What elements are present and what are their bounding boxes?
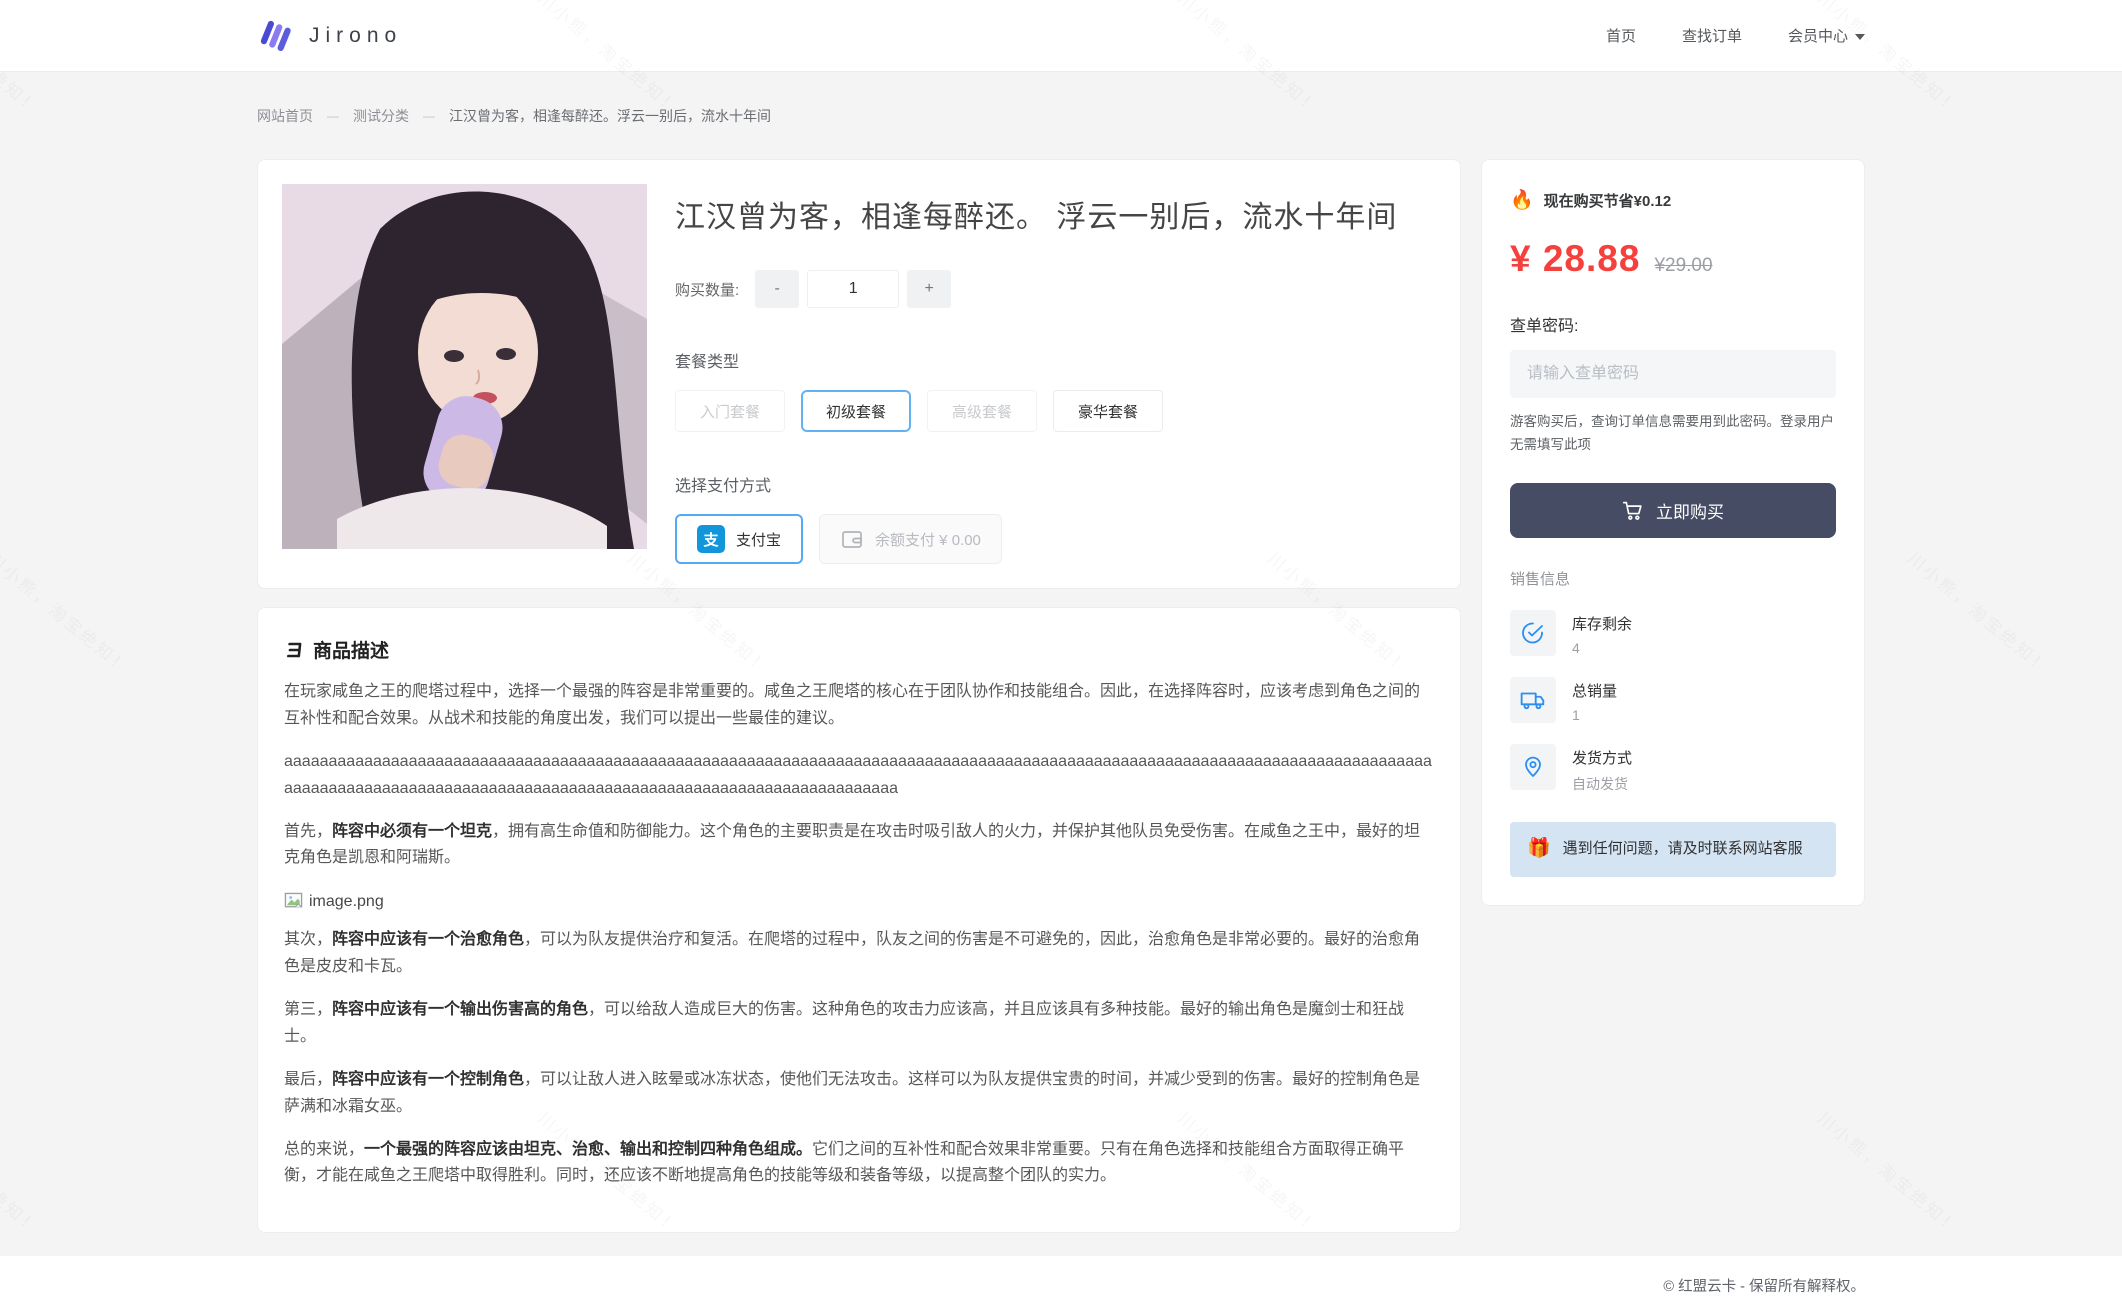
breadcrumb-item: 江汉曾为客，相逢每醉还。浮云一别后，流水十年间	[449, 106, 771, 126]
payment-option-balance-label: 余额支付 ¥ 0.00	[875, 529, 981, 550]
quantity-label: 购买数量:	[675, 279, 739, 300]
nav-member-center[interactable]: 会员中心	[1788, 25, 1865, 46]
package-option-basic[interactable]: 初级套餐	[801, 390, 911, 432]
watermark-text: 川小熊，淘宝绝知！	[0, 1105, 47, 1240]
contact-notice-text: 遇到任何问题，请及时联系网站客服	[1563, 837, 1803, 862]
main-nav: 首页 查找订单 会员中心	[1606, 25, 1865, 46]
breadcrumb-separator: —	[423, 109, 435, 123]
broken-image-icon	[284, 892, 303, 911]
breadcrumb: 网站首页 — 测试分类 — 江汉曾为客，相逢每醉还。浮云一别后，流水十年间	[257, 106, 1865, 126]
quantity-stepper: - 1 +	[755, 270, 951, 308]
description-paragraph: 总的来说，一个最强的阵容应该由坦克、治愈、输出和控制四种角色组成。它们之间的互补…	[284, 1137, 1434, 1191]
order-password-label: 查单密码:	[1510, 312, 1836, 336]
payment-method-label: 选择支付方式	[675, 472, 1436, 496]
payment-option-alipay-label: 支付宝	[736, 529, 781, 550]
brand-logo-icon	[257, 17, 295, 55]
package-options: 入门套餐初级套餐高级套餐豪华套餐	[675, 390, 1436, 432]
wallet-icon	[840, 527, 864, 551]
sale-sold-label: 总销量	[1572, 677, 1617, 701]
sale-stock: 库存剩余 4	[1510, 610, 1836, 656]
sale-sold-value: 1	[1572, 707, 1617, 723]
cart-icon	[1622, 500, 1643, 521]
nav-find-order-label: 查找订单	[1682, 25, 1742, 46]
sales-info-title: 销售信息	[1510, 568, 1836, 589]
product-title: 江汉曾为客，相逢每醉还。 浮云一别后，流水十年间	[675, 192, 1436, 236]
current-price: ¥ 28.88	[1510, 238, 1640, 280]
chevron-down-icon	[1855, 34, 1865, 40]
payment-options: 支支付宝 余额支付 ¥ 0.00	[675, 514, 1436, 564]
location-pin-icon	[1510, 744, 1556, 790]
breadcrumb-separator: —	[327, 109, 339, 123]
buy-now-button[interactable]: 立即购买	[1510, 483, 1836, 538]
quantity-minus-button[interactable]: -	[755, 270, 799, 308]
package-option-deluxe[interactable]: 豪华套餐	[1053, 390, 1163, 432]
description-paragraph: aaaaaaaaaaaaaaaaaaaaaaaaaaaaaaaaaaaaaaaa…	[284, 749, 1434, 803]
nav-home-label: 首页	[1606, 25, 1636, 46]
breadcrumb-item[interactable]: 测试分类	[353, 106, 409, 126]
fire-icon: 🔥	[1510, 188, 1534, 212]
sale-delivery-value: 自动发货	[1572, 774, 1632, 794]
nav-find-order[interactable]: 查找订单	[1682, 25, 1742, 46]
savings-text: 现在购买节省¥0.12	[1544, 190, 1672, 211]
product-card: 江汉曾为客，相逢每醉还。 浮云一别后，流水十年间 购买数量: - 1 + 套餐类…	[257, 159, 1461, 589]
product-image	[282, 184, 647, 549]
buy-now-label: 立即购买	[1656, 498, 1724, 523]
page: Jirono 首页 查找订单 会员中心 网站首页 — 测试分类 — 江汉曾为客，相逢每醉还。…	[0, 0, 2122, 1314]
header: Jirono 首页 查找订单 会员中心	[0, 0, 2122, 72]
purchase-sidebar: 🔥 现在购买节省¥0.12 ¥ 28.88 ¥29.00 查单密码: 游客购买后…	[1481, 159, 1865, 906]
order-password-input[interactable]	[1510, 350, 1836, 398]
description-card: 商品描述 在玩家咸鱼之王的爬塔过程中，选择一个最强的阵容是非常重要的。咸鱼之王爬…	[257, 607, 1461, 1233]
description-icon	[284, 640, 304, 660]
original-price: ¥29.00	[1654, 255, 1712, 277]
broken-image: image.png	[284, 892, 1434, 911]
description-paragraph: 首先，阵容中必须有一个坦克，拥有高生命值和防御能力。这个角色的主要职责是在攻击时…	[284, 819, 1434, 873]
sale-delivery: 发货方式自动发货	[1510, 744, 1836, 794]
quantity-value[interactable]: 1	[807, 270, 899, 308]
package-option-advanced[interactable]: 高级套餐	[927, 390, 1037, 432]
gift-icon: 🎁	[1527, 837, 1551, 862]
payment-option-balance[interactable]: 余额支付 ¥ 0.00	[819, 514, 1002, 564]
watermark-text: 川小熊，淘宝绝知！	[1903, 545, 2057, 680]
truck-icon	[1510, 677, 1556, 723]
broken-image-filename: image.png	[309, 893, 384, 911]
main-content: 江汉曾为客，相逢每醉还。 浮云一别后，流水十年间 购买数量: - 1 + 套餐类…	[257, 159, 1865, 1233]
quantity-plus-button[interactable]: +	[907, 270, 951, 308]
contact-notice: 🎁 遇到任何问题，请及时联系网站客服	[1510, 822, 1836, 877]
sales-info-list: 库存剩余 4 总销量 1 发货方式自动发货	[1510, 610, 1836, 794]
footer: © 红盟云卡 - 保留所有解释权。	[0, 1256, 2122, 1314]
sale-stock-label: 库存剩余	[1572, 610, 1632, 634]
brand-name: Jirono	[309, 24, 402, 48]
sale-stock-value: 4	[1572, 640, 1632, 656]
payment-option-alipay[interactable]: 支支付宝	[675, 514, 803, 564]
sale-sold: 总销量 1	[1510, 677, 1836, 723]
package-option-entry[interactable]: 入门套餐	[675, 390, 785, 432]
description-paragraph: 在玩家咸鱼之王的爬塔过程中，选择一个最强的阵容是非常重要的。咸鱼之王爬塔的核心在…	[284, 679, 1434, 733]
check-circle-icon	[1510, 610, 1556, 656]
alipay-icon: 支	[697, 525, 725, 553]
nav-home[interactable]: 首页	[1606, 25, 1636, 46]
watermark-text: 川小熊，淘宝绝知！	[0, 545, 137, 680]
description-heading: 商品描述	[313, 636, 389, 663]
package-type-label: 套餐类型	[675, 348, 1436, 372]
description-paragraph: 最后，阵容中应该有一个控制角色，可以让敌人进入眩晕或冰冻状态，使他们无法攻击。这…	[284, 1067, 1434, 1121]
product-photo-illustration	[282, 184, 647, 549]
description-paragraph: 第三，阵容中应该有一个输出伤害高的角色，可以给敌人造成巨大的伤害。这种角色的攻击…	[284, 997, 1434, 1051]
sale-delivery-label: 发货方式	[1572, 744, 1632, 768]
order-password-hint: 游客购买后，查询订单信息需要用到此密码。登录用户无需填写此项	[1510, 411, 1836, 457]
brand-logo[interactable]: Jirono	[257, 17, 402, 55]
description-body: 在玩家咸鱼之王的爬塔过程中，选择一个最强的阵容是非常重要的。咸鱼之王爬塔的核心在…	[284, 679, 1434, 1190]
footer-copyright: © 红盟云卡 - 保留所有解释权。	[257, 1275, 1865, 1296]
nav-member-center-label: 会员中心	[1788, 25, 1848, 46]
description-paragraph: 其次，阵容中应该有一个治愈角色，可以为队友提供治疗和复活。在爬塔的过程中，队友之…	[284, 927, 1434, 981]
breadcrumb-item[interactable]: 网站首页	[257, 106, 313, 126]
